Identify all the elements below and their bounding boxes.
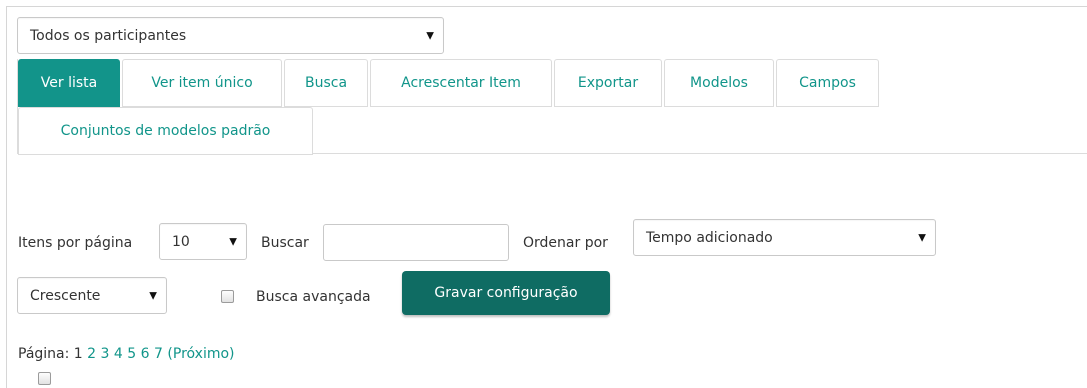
pagination: Página: 1 2 3 4 5 6 7 (Próximo) — [18, 346, 235, 362]
page-link-5[interactable]: 5 — [127, 346, 136, 362]
page-link-4[interactable]: 4 — [114, 346, 123, 362]
per-page-select[interactable]: 10 ▼ — [159, 223, 247, 260]
page-link-7[interactable]: 7 — [154, 346, 163, 362]
tab-ver-item-unico[interactable]: Ver item único — [122, 59, 282, 107]
tab-busca[interactable]: Busca — [284, 59, 368, 107]
sort-value: Tempo adicionado — [646, 229, 773, 246]
order-value: Crescente — [30, 287, 101, 304]
search-label: Buscar — [261, 235, 309, 251]
page-link-6[interactable]: 6 — [141, 346, 150, 362]
chevron-down-icon: ▼ — [149, 290, 157, 301]
next-page-link[interactable]: (Próximo) — [167, 346, 234, 362]
sort-select[interactable]: Tempo adicionado ▼ — [633, 219, 936, 256]
page-current: 1 — [73, 346, 83, 362]
group-select[interactable]: Todos os participantes ▼ — [17, 17, 444, 54]
save-settings-button[interactable]: Gravar configuração — [402, 271, 610, 315]
per-page-label: Itens por página — [18, 235, 133, 251]
page-link-2[interactable]: 2 — [87, 346, 96, 362]
page-link-3[interactable]: 3 — [101, 346, 110, 362]
chevron-down-icon: ▼ — [229, 236, 237, 247]
tab-acrescentar-item[interactable]: Acrescentar Item — [370, 59, 552, 107]
advanced-search-label: Busca avançada — [256, 289, 371, 305]
per-page-value: 10 — [172, 233, 190, 250]
tab-ver-lista[interactable]: Ver lista — [18, 59, 120, 107]
tab-modelos[interactable]: Modelos — [664, 59, 774, 107]
tab-campos[interactable]: Campos — [776, 59, 879, 107]
order-select[interactable]: Crescente ▼ — [17, 277, 167, 314]
chevron-down-icon: ▼ — [426, 30, 434, 41]
pagination-label: Página: — [18, 346, 70, 362]
search-input[interactable] — [323, 224, 509, 261]
chevron-down-icon: ▼ — [918, 232, 926, 243]
advanced-search-checkbox[interactable] — [221, 290, 234, 303]
sort-label: Ordenar por — [523, 235, 608, 251]
tab-conjuntos-de-modelos-padrao[interactable]: Conjuntos de modelos padrão — [18, 107, 313, 155]
group-select-value: Todos os participantes — [30, 27, 187, 44]
select-all-checkbox[interactable] — [38, 372, 51, 385]
tab-exportar[interactable]: Exportar — [554, 59, 662, 107]
